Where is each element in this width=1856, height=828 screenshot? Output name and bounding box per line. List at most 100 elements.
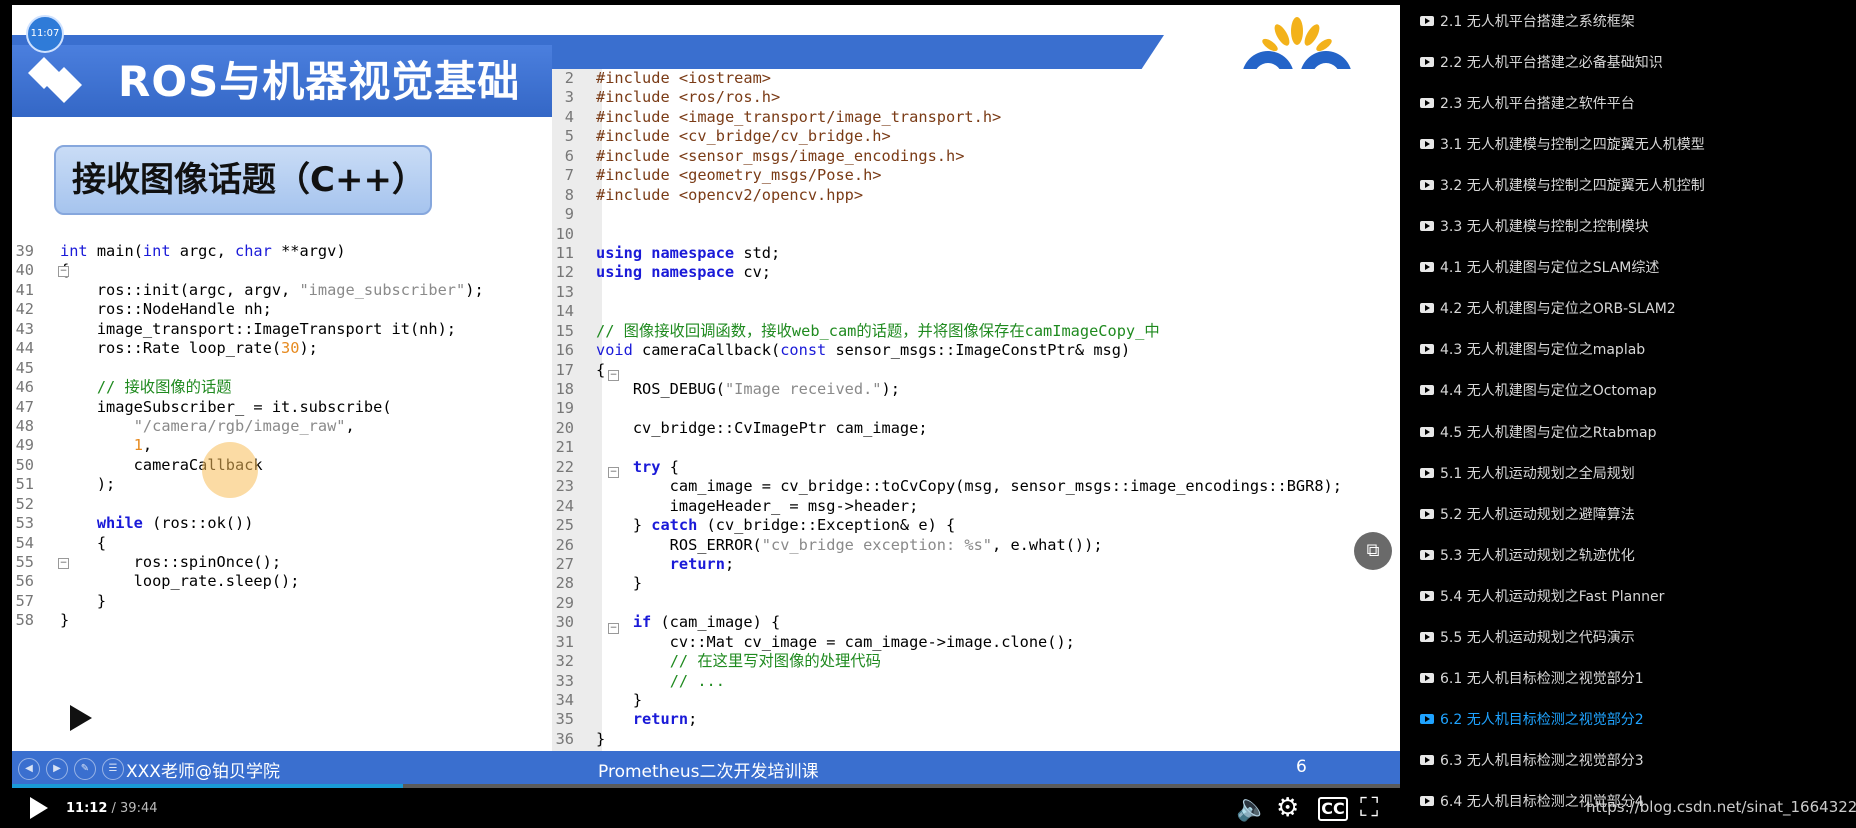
line-number: 22 — [555, 457, 574, 476]
playlist-item[interactable]: 3.3 无人机建模与控制之控制模块 — [1420, 206, 1649, 247]
code-text: // 在这里写对图像的处理代码 — [669, 652, 881, 671]
code-text: #include <ros/ros.h> — [596, 88, 781, 107]
video-icon — [1420, 221, 1434, 231]
video-frame[interactable]: ROS与机器视觉基础 接收图像话题（C++） 39 int main(int ar… — [12, 5, 1400, 784]
settings-gear-icon[interactable]: ⚙ — [1276, 794, 1299, 822]
code-line: 48 "/camera/rgb/image_raw", — [12, 417, 552, 436]
picture-in-picture-button[interactable]: ⧉ — [1354, 532, 1392, 570]
code-text: imageSubscriber_ = it.subscribe( — [60, 397, 392, 416]
line-number: 12 — [555, 263, 574, 282]
playlist-item-label: 2.1 无人机平台搭建之系统框架 — [1440, 13, 1635, 30]
code-text: // ... — [669, 671, 725, 690]
code-text: if (cam_image) { — [632, 613, 781, 632]
line-number: 17 — [555, 360, 574, 379]
slide-footer: ◀ ▶ ✎ ☰ XXX老师@铂贝学院 Prometheus二次开发培训课 6 — [12, 751, 1400, 784]
fold-toggle-icon[interactable]: − — [58, 266, 69, 277]
playlist-item[interactable]: 4.2 无人机建图与定位之ORB-SLAM2 — [1420, 288, 1676, 329]
pen-icon[interactable]: ✎ — [74, 758, 96, 780]
fullscreen-icon[interactable]: ⛶ — [1360, 794, 1378, 822]
code-text: #include <image_transport/image_transpor… — [596, 107, 1002, 126]
code-line: 42 ros::NodeHandle nh; — [12, 300, 552, 319]
line-number: 42 — [15, 300, 34, 319]
fold-toggle-icon[interactable]: − — [608, 467, 619, 478]
footer-author: XXX老师@铂贝学院 — [126, 762, 280, 782]
code-line: 19 — [552, 399, 1342, 418]
playlist-item[interactable]: 4.3 无人机建图与定位之maplab — [1420, 329, 1645, 370]
code-line: 49 1, — [12, 436, 552, 455]
progress-bar[interactable] — [12, 784, 1400, 788]
code-line: 20 cv_bridge::CvImagePtr cam_image; — [552, 419, 1342, 438]
next-slide-icon[interactable]: ▶ — [46, 758, 68, 780]
fold-toggle-icon[interactable]: − — [608, 370, 619, 381]
line-number: 20 — [555, 418, 574, 437]
line-number: 40 — [15, 261, 34, 280]
right-code-block: 2 #include <iostream> 3 #include <ros/ros.h… — [552, 69, 1342, 749]
playlist-item[interactable]: 5.5 无人机运动规划之代码演示 — [1420, 617, 1635, 658]
playlist-item[interactable]: 5.3 无人机运动规划之轨迹优化 — [1420, 534, 1635, 575]
video-icon — [1420, 138, 1434, 149]
code-line: 22 try { — [552, 458, 1342, 477]
playlist-item[interactable]: 3.1 无人机建模与控制之四旋翼无人机模型 — [1420, 123, 1705, 164]
playlist-item[interactable]: 6.3 无人机目标检测之视觉部分3 — [1420, 740, 1644, 781]
prev-slide-icon[interactable]: ◀ — [18, 758, 40, 780]
line-number: 50 — [15, 455, 34, 474]
playlist-item-label: 4.3 无人机建图与定位之maplab — [1440, 342, 1646, 359]
line-number: 48 — [15, 416, 34, 435]
playlist-item[interactable]: 4.4 无人机建图与定位之Octomap — [1420, 370, 1657, 411]
playlist-item[interactable]: 2.1 无人机平台搭建之系统框架 — [1420, 0, 1635, 41]
code-line: 9 — [552, 205, 1342, 224]
section-heading: 接收图像话题（C++） — [54, 145, 432, 215]
volume-icon[interactable]: 🔈 — [1236, 794, 1268, 822]
code-text: } — [60, 591, 107, 610]
line-number: 34 — [555, 691, 574, 709]
line-number: 32 — [555, 652, 574, 671]
playlist-item[interactable]: 4.1 无人机建图与定位之SLAM综述 — [1420, 247, 1659, 288]
video-icon — [1420, 56, 1434, 67]
code-line: 14 — [552, 302, 1342, 321]
line-number: 14 — [555, 302, 574, 321]
line-number: 4 — [564, 107, 574, 126]
playlist-item-label: 4.1 无人机建图与定位之SLAM综述 — [1440, 260, 1660, 277]
slide-play-icon[interactable] — [70, 705, 92, 731]
captions-icon[interactable]: CC — [1318, 797, 1348, 821]
line-number: 19 — [555, 399, 574, 418]
playlist-item[interactable]: 2.2 无人机平台搭建之必备基础知识 — [1420, 41, 1663, 82]
video-icon — [1420, 549, 1434, 560]
playlist-item[interactable]: 6.2 无人机目标检测之视觉部分2 — [1420, 699, 1644, 740]
playlist-item-label: 4.5 无人机建图与定位之Rtabmap — [1440, 424, 1657, 441]
code-text: #include <sensor_msgs/image_encodings.h> — [596, 146, 965, 165]
code-text: cv_bridge::CvImagePtr cam_image; — [596, 418, 928, 437]
diamond-logo-icon — [28, 57, 82, 103]
code-line: 2 #include <iostream> — [552, 69, 1342, 88]
line-number: 31 — [555, 632, 574, 651]
playlist-item[interactable]: 3.2 无人机建模与控制之四旋翼无人机控制 — [1420, 164, 1705, 205]
play-icon[interactable] — [30, 797, 48, 819]
fold-toggle-icon[interactable]: − — [608, 623, 619, 634]
footer-page-number: 6 — [1296, 757, 1307, 777]
line-number: 26 — [555, 535, 574, 554]
code-text: while (ros::ok()) — [96, 514, 254, 533]
line-number: 3 — [564, 88, 574, 107]
code-text: #include <cv_bridge/cv_bridge.h> — [596, 127, 891, 146]
code-text: ros::NodeHandle nh; — [60, 300, 272, 319]
playlist-item[interactable]: 4.5 无人机建图与定位之Rtabmap — [1420, 411, 1657, 452]
line-number: 29 — [555, 593, 574, 612]
code-line: 29 — [552, 594, 1342, 613]
code-text: { — [596, 360, 606, 379]
code-line: 25 } catch (cv_bridge::Exception& e) { — [552, 516, 1342, 535]
fold-toggle-icon[interactable]: − — [58, 558, 69, 569]
code-line: 33 // ... — [552, 672, 1342, 691]
playlist-item[interactable]: 5.4 无人机运动规划之Fast Planner — [1420, 575, 1664, 616]
playlist-item[interactable]: 5.2 无人机运动规划之避障算法 — [1420, 493, 1635, 534]
playlist-item[interactable]: 2.3 无人机平台搭建之软件平台 — [1420, 82, 1635, 123]
playlist-item-label: 6.2 无人机目标检测之视觉部分2 — [1440, 712, 1644, 729]
playlist-item-label: 2.2 无人机平台搭建之必备基础知识 — [1440, 54, 1663, 71]
code-line: 58} — [12, 611, 552, 630]
code-text: return; — [669, 554, 735, 573]
playlist-item[interactable]: 5.1 无人机运动规划之全局规划 — [1420, 452, 1635, 493]
code-line: 8 #include <opencv2/opencv.hpp> — [552, 186, 1342, 205]
code-text: void cameraCallback(const sensor_msgs::I… — [596, 341, 1131, 360]
code-line: 5 #include <cv_bridge/cv_bridge.h> — [552, 127, 1342, 146]
menu-icon[interactable]: ☰ — [102, 758, 124, 780]
playlist-item[interactable]: 6.1 无人机目标检测之视觉部分1 — [1420, 658, 1644, 699]
